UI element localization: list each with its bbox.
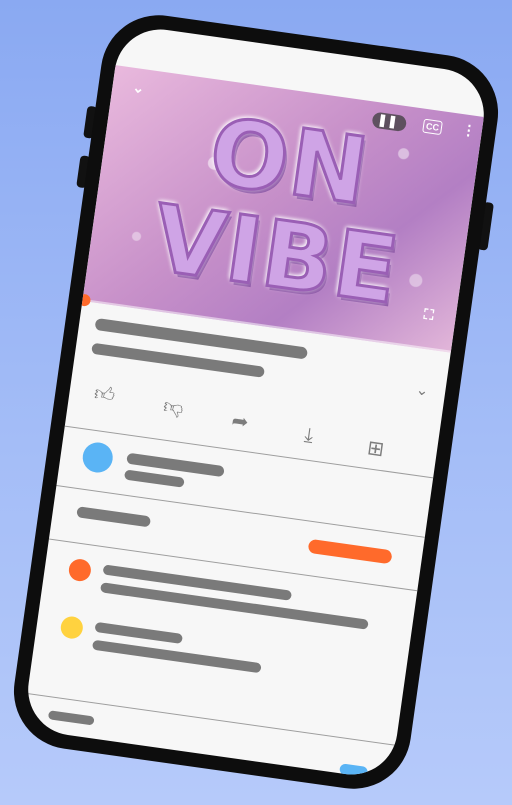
- add-to-playlist-icon[interactable]: ⊞: [361, 435, 390, 462]
- thumbs-up-icon[interactable]: 👍︎: [90, 381, 119, 408]
- pause-icon: ❚❚: [376, 112, 399, 129]
- fullscreen-icon[interactable]: ⛶: [423, 306, 435, 323]
- progress-scrubber[interactable]: [77, 293, 92, 307]
- comment-author-placeholder: [94, 621, 183, 645]
- comments-header-placeholder: [76, 506, 152, 528]
- footer-label-placeholder: [47, 710, 95, 726]
- cc-icon[interactable]: CC: [422, 118, 443, 136]
- thumbs-down-icon[interactable]: 👎︎: [159, 394, 188, 421]
- comment-text-placeholder: [91, 639, 262, 674]
- chevron-down-icon[interactable]: ⌄: [408, 377, 437, 404]
- channel-avatar[interactable]: [80, 440, 115, 475]
- subscribe-button[interactable]: [307, 538, 393, 565]
- subscriber-count-placeholder: [123, 469, 185, 488]
- phone-device: ON VIBE ⌄ ❚❚ CC ⋮ ⛶ ⌄ 👍︎ 👎︎ ➦ ⤓ ⊞: [6, 7, 506, 797]
- toggle-switch[interactable]: [339, 763, 369, 779]
- app-screen: ON VIBE ⌄ ❚❚ CC ⋮ ⛶ ⌄ 👍︎ 👎︎ ➦ ⤓ ⊞: [22, 23, 490, 781]
- chevron-down-icon[interactable]: ⌄: [132, 79, 146, 96]
- comment-avatar[interactable]: [59, 615, 85, 640]
- download-icon[interactable]: ⤓: [294, 422, 323, 449]
- comment-avatar[interactable]: [67, 557, 93, 583]
- share-icon[interactable]: ➦: [226, 408, 255, 435]
- video-player[interactable]: ON VIBE ⌄ ❚❚ CC ⋮ ⛶: [77, 65, 484, 353]
- more-vertical-icon[interactable]: ⋮: [461, 121, 477, 139]
- phone-frame: ON VIBE ⌄ ❚❚ CC ⋮ ⛶ ⌄ 👍︎ 👎︎ ➦ ⤓ ⊞: [6, 7, 506, 797]
